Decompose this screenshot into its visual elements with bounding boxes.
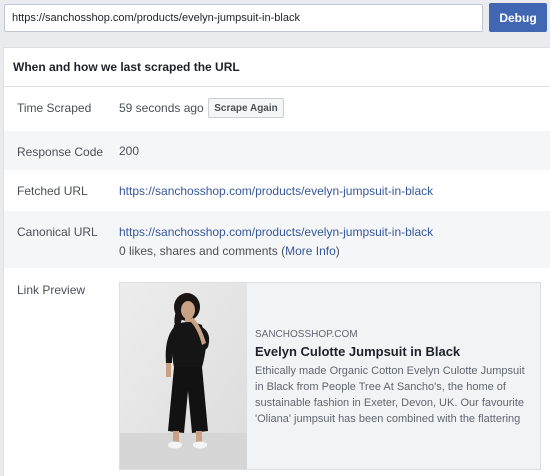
panel-header: When and how we last scraped the URL <box>4 48 550 87</box>
jumpsuit-model-image <box>120 283 247 469</box>
canonical-url-link[interactable]: https://sanchosshop.com/products/evelyn-… <box>119 225 433 239</box>
scrape-again-button[interactable]: Scrape Again <box>208 98 284 118</box>
url-input[interactable] <box>4 4 483 32</box>
time-scraped-value: 59 seconds ago <box>119 101 204 115</box>
fetched-url-label: Fetched URL <box>17 184 88 198</box>
canonical-url-label: Canonical URL <box>17 225 98 239</box>
preview-title: Evelyn Culotte Jumpsuit in Black <box>255 344 461 359</box>
time-scraped-label: Time Scraped <box>17 101 92 115</box>
scrape-info-panel: When and how we last scraped the URL Tim… <box>3 47 550 476</box>
preview-description: Ethically made Organic Cotton Evelyn Cul… <box>255 365 525 425</box>
preview-domain: SANCHOSSHOP.COM <box>255 329 358 340</box>
preview-text: SANCHOSSHOP.COM Evelyn Culotte Jumpsuit … <box>255 329 535 427</box>
canonical-url-row: Canonical URL https://sanchosshop.com/pr… <box>4 211 550 268</box>
fetched-url-link[interactable]: https://sanchosshop.com/products/evelyn-… <box>119 184 433 198</box>
url-bar: Debug <box>0 0 550 42</box>
link-preview-card[interactable]: SANCHOSSHOP.COM Evelyn Culotte Jumpsuit … <box>119 282 541 470</box>
more-info-link[interactable]: More Info <box>285 244 336 258</box>
engagement-prefix: 0 likes, shares and comments ( <box>119 244 286 258</box>
response-code-row: Response Code 200 <box>4 131 550 170</box>
engagement-suffix: ) <box>335 244 340 258</box>
engagement-text: 0 likes, shares and comments (More Info) <box>119 244 340 258</box>
response-code-value: 200 <box>119 144 140 158</box>
preview-image <box>120 283 247 469</box>
debug-button[interactable]: Debug <box>489 3 547 32</box>
link-preview-label: Link Preview <box>17 283 86 297</box>
response-code-label: Response Code <box>17 145 104 159</box>
fetched-url-row: Fetched URL https://sanchosshop.com/prod… <box>4 170 550 211</box>
